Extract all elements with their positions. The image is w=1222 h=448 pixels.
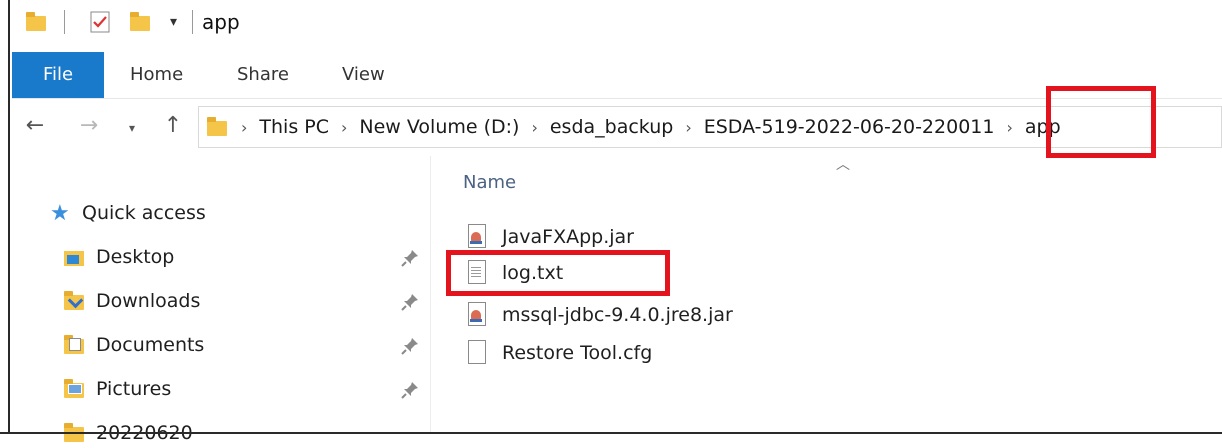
file-icon <box>466 340 490 366</box>
nav-item-downloads[interactable]: Downloads <box>64 286 200 316</box>
window-title: app <box>202 10 240 34</box>
qat-separator <box>64 10 65 34</box>
file-name: mssql-jdbc-9.4.0.jre8.jar <box>502 304 733 326</box>
tab-share[interactable]: Share <box>237 52 289 98</box>
chevron-right-icon[interactable]: › <box>241 118 247 137</box>
new-folder-icon[interactable] <box>130 8 152 36</box>
breadcrumb-new-volume[interactable]: New Volume (D:) <box>359 116 519 138</box>
nav-item-documents[interactable]: Documents <box>64 330 204 360</box>
pictures-folder-icon <box>64 379 86 399</box>
back-arrow-icon[interactable]: ← <box>20 112 50 140</box>
jar-file-icon <box>466 302 490 328</box>
breadcrumb-esda-519[interactable]: ESDA-519-2022-06-20-220011 <box>704 116 995 138</box>
pin-icon[interactable] <box>400 380 420 400</box>
forward-arrow-icon[interactable]: → <box>74 112 104 140</box>
nav-item-label: Pictures <box>96 378 172 400</box>
nav-quick-access-label: Quick access <box>82 202 206 224</box>
sort-ascending-icon[interactable]: ︿ <box>836 154 850 174</box>
nav-item-label: Documents <box>96 334 205 356</box>
ribbon-tabs: File Home Share View <box>12 52 1222 99</box>
tab-file[interactable]: File <box>12 52 104 98</box>
pin-icon[interactable] <box>400 248 420 268</box>
nav-item-label: Desktop <box>96 246 175 268</box>
breadcrumb-esda-backup[interactable]: esda_backup <box>550 116 673 138</box>
tab-view[interactable]: View <box>342 52 385 98</box>
file-item-javafxapp[interactable]: JavaFXApp.jar <box>466 222 634 252</box>
file-name: JavaFXApp.jar <box>502 226 634 248</box>
nav-quick-access[interactable]: ★ Quick access <box>50 198 206 228</box>
properties-check-icon[interactable] <box>90 8 112 36</box>
chevron-right-icon[interactable]: › <box>1006 118 1012 137</box>
nav-item-desktop[interactable]: Desktop <box>64 242 174 272</box>
file-name: Restore Tool.cfg <box>502 342 653 364</box>
recent-locations-chevron-icon[interactable]: ▾ <box>122 114 142 142</box>
downloads-folder-icon <box>64 291 86 311</box>
file-item-mssql-jdbc[interactable]: mssql-jdbc-9.4.0.jre8.jar <box>466 300 733 330</box>
column-header-name[interactable]: Name <box>463 172 516 193</box>
nav-item-pictures[interactable]: Pictures <box>64 374 171 404</box>
chevron-right-icon[interactable]: › <box>685 118 691 137</box>
customize-dropdown-icon[interactable]: ▾ <box>170 8 186 36</box>
pin-icon[interactable] <box>400 292 420 312</box>
documents-folder-icon <box>64 335 86 355</box>
qat-folder-icon[interactable] <box>26 8 48 36</box>
chevron-right-icon[interactable]: › <box>531 118 537 137</box>
file-item-restore-tool-cfg[interactable]: Restore Tool.cfg <box>466 338 652 368</box>
highlight-box-app <box>1046 86 1156 158</box>
jar-file-icon <box>466 224 490 250</box>
up-arrow-icon[interactable]: ↑ <box>158 112 188 140</box>
desktop-folder-icon <box>64 247 86 267</box>
chevron-right-icon[interactable]: › <box>341 118 347 137</box>
navigation-bar: ← → ▾ ↑ › This PC › New Volume (D:) › es… <box>12 100 1222 154</box>
title-bar: ▾ app <box>12 0 1222 50</box>
pin-icon[interactable] <box>400 336 420 356</box>
folder-icon <box>207 117 227 137</box>
breadcrumb-this-pc[interactable]: This PC <box>259 116 329 138</box>
qat-separator <box>192 10 193 34</box>
star-icon: ★ <box>50 200 70 226</box>
nav-item-label: Downloads <box>96 290 201 312</box>
tab-home[interactable]: Home <box>130 52 183 98</box>
navigation-pane: ★ Quick access Desktop Downloads Documen… <box>12 156 431 444</box>
highlight-box-log <box>446 250 670 296</box>
frame-border-left <box>0 0 10 434</box>
